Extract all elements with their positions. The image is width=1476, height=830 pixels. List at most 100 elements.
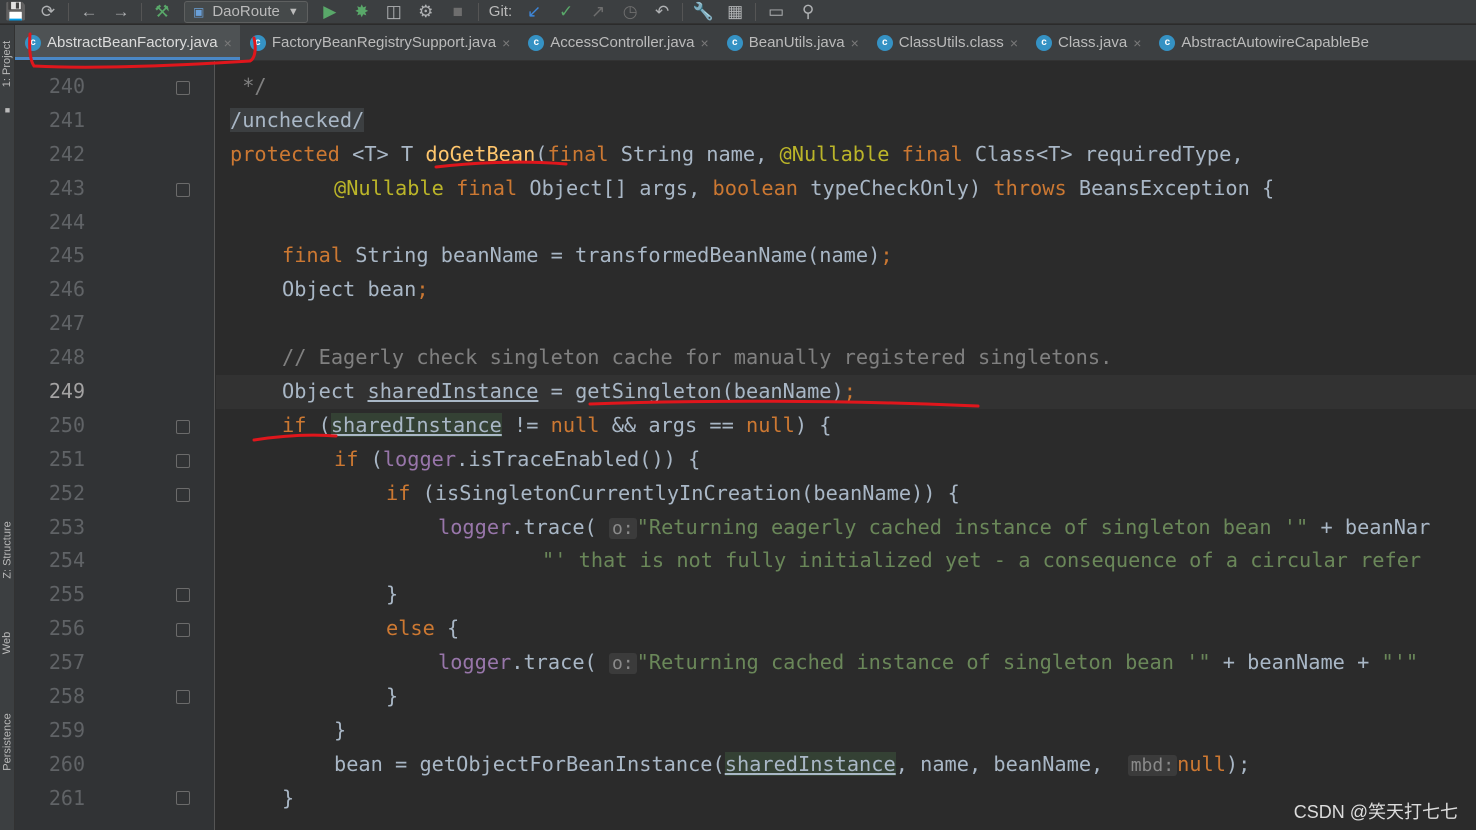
code-text: }: [282, 785, 295, 810]
keyword: null: [1177, 751, 1226, 776]
keyword: else: [386, 616, 435, 641]
line-number: 248: [48, 345, 85, 370]
build-hammer-icon[interactable]: ⚒: [146, 0, 178, 23]
toolbar-divider: [477, 2, 479, 21]
fold-marker-icon[interactable]: [176, 420, 190, 434]
settings-wrench-icon[interactable]: 🔧: [687, 0, 719, 23]
git-revert-icon[interactable]: ↶: [646, 0, 678, 23]
keyword: final: [282, 243, 344, 268]
structure-tool-button[interactable]: Z: Structure: [0, 505, 14, 595]
code-text: }: [334, 717, 347, 742]
chevron-down-icon: ▼: [287, 5, 299, 18]
tab-label: Class.java: [1058, 34, 1128, 51]
code-text: .trace(: [511, 514, 597, 539]
fold-marker-icon[interactable]: [176, 623, 190, 637]
line-number: 255: [48, 582, 85, 607]
keyword: final: [547, 141, 609, 166]
code-text: Object: [282, 379, 368, 404]
editor-tab[interactable]: c AbstractBeanFactory.java ×: [15, 25, 240, 60]
code-line-261: }: [216, 782, 1476, 816]
fold-marker-icon[interactable]: [176, 454, 190, 468]
code-text: (: [306, 412, 331, 437]
editor-tab[interactable]: c AccessController.java ×: [518, 25, 716, 60]
close-icon[interactable]: ×: [701, 35, 709, 51]
forward-arrow-icon[interactable]: →: [105, 0, 137, 23]
run-icon[interactable]: ▶: [314, 0, 346, 23]
editor-tab[interactable]: c FactoryBeanRegistrySupport.java ×: [240, 25, 518, 60]
line-number: 247: [48, 311, 85, 336]
code-editor[interactable]: */ /unchecked/ protected <T> T doGetBean…: [216, 70, 1476, 830]
editor-tab[interactable]: c ClassUtils.class ×: [867, 25, 1026, 60]
code-line-248: // Eagerly check singleton cache for man…: [216, 341, 1476, 375]
code-text: BeansException {: [1066, 175, 1275, 200]
java-class-icon: c: [726, 34, 743, 51]
git-history-clock-icon[interactable]: ◷: [614, 0, 646, 23]
code-text: ) {: [794, 412, 832, 437]
save-icon[interactable]: 💾: [0, 0, 32, 23]
annotation: @Nullable: [779, 141, 890, 166]
close-icon[interactable]: ×: [502, 35, 510, 51]
code-text: String beanName = transformedBeanName(na…: [343, 243, 881, 268]
toolbar-divider: [68, 2, 69, 21]
field: logger: [438, 514, 512, 539]
fold-marker-icon[interactable]: [176, 588, 190, 602]
project-tool-button[interactable]: 1: Project: [0, 29, 14, 99]
fold-marker-icon[interactable]: [176, 81, 190, 95]
search-icon[interactable]: ⚲: [792, 0, 824, 23]
profile-icon[interactable]: ⚙: [410, 0, 442, 23]
editor-tab[interactable]: c AbstractAutowireCapableBe: [1149, 25, 1377, 60]
folder-icon: ■: [4, 105, 11, 115]
close-icon[interactable]: ×: [1010, 35, 1018, 51]
code-line-245: final String beanName = transformedBeanN…: [216, 239, 1476, 273]
line-number: 259: [48, 717, 85, 742]
tab-label: ClassUtils.class: [898, 34, 1004, 51]
project-structure-icon[interactable]: ▦: [719, 0, 751, 23]
keyword: if: [334, 446, 359, 471]
git-update-icon[interactable]: ↙: [518, 0, 550, 23]
run-config-label: DaoRoute: [212, 3, 280, 20]
line-number: 252: [48, 480, 85, 505]
debug-bug-icon[interactable]: ✸: [346, 0, 378, 23]
keyword: null: [550, 412, 600, 437]
fold-marker-icon[interactable]: [176, 488, 190, 502]
sync-icon[interactable]: ⟳: [32, 0, 64, 23]
comment-text: // Eagerly check singleton cache for man…: [282, 345, 1113, 370]
git-push-icon[interactable]: ↗: [582, 0, 614, 23]
persistence-tool-button[interactable]: Persistence: [0, 697, 14, 787]
fold-marker-icon[interactable]: [176, 183, 190, 197]
code-line-251: if (logger.isTraceEnabled()) {: [216, 443, 1476, 477]
fold-marker-icon[interactable]: [176, 791, 190, 805]
tab-label: BeanUtils.java: [748, 34, 845, 51]
close-icon[interactable]: ×: [1133, 35, 1141, 51]
annotation: @Nullable: [334, 175, 444, 200]
keyword: boolean: [712, 175, 799, 200]
close-icon[interactable]: ×: [224, 35, 232, 51]
code-line-241: /unchecked/: [216, 104, 1476, 138]
code-text: {: [434, 616, 460, 641]
comment-text: */: [230, 74, 267, 98]
fold-marker-icon[interactable]: [176, 690, 190, 704]
web-tool-button[interactable]: Web: [0, 623, 14, 663]
git-commit-check-icon[interactable]: ✓: [550, 0, 582, 23]
code-text: Object[] args,: [517, 175, 713, 200]
suppress-warning-fold[interactable]: /unchecked/: [230, 107, 365, 132]
code-line-252: if (isSingletonCurrentlyInCreation(beanN…: [216, 477, 1476, 511]
terminal-window-icon[interactable]: ▭: [760, 0, 792, 23]
field: logger: [438, 650, 512, 675]
code-text: bean = getObjectForBeanInstance(: [334, 751, 725, 776]
string-literal: "Returning cached instance of singleton …: [636, 650, 1211, 675]
stop-icon[interactable]: ■: [442, 0, 474, 23]
line-number: 257: [48, 650, 85, 675]
line-number: 240: [48, 74, 85, 98]
java-class-icon: c: [25, 34, 41, 51]
editor-tab[interactable]: c Class.java ×: [1026, 25, 1149, 60]
back-arrow-icon[interactable]: ←: [73, 0, 105, 23]
coverage-icon[interactable]: ◫: [378, 0, 410, 23]
close-icon[interactable]: ×: [851, 35, 859, 51]
editor-tab[interactable]: c BeanUtils.java ×: [717, 25, 867, 60]
keyword: protected: [230, 141, 340, 166]
semicolon: ;: [843, 379, 856, 404]
run-configuration-select[interactable]: ▣ DaoRoute ▼: [184, 0, 308, 23]
string-literal: "Returning eagerly cached instance of si…: [636, 514, 1309, 539]
tab-label: FactoryBeanRegistrySupport.java: [271, 34, 497, 51]
